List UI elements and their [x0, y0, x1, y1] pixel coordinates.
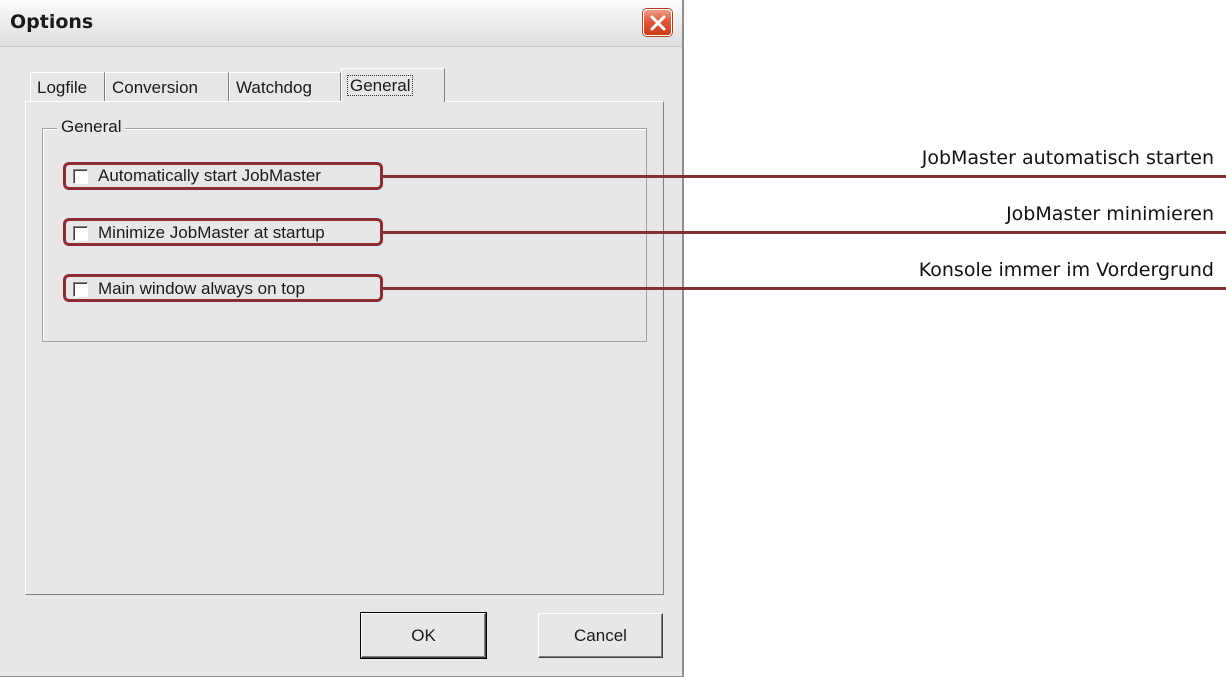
callout-highlight	[63, 218, 383, 246]
title-bar[interactable]: Options	[0, 0, 682, 47]
annotation-always-on-top: Konsole immer im Vordergrund	[918, 259, 1214, 281]
tab-label: Conversion	[112, 78, 198, 97]
tab-label: Logfile	[37, 78, 88, 97]
annotation-minimize: JobMaster minimieren	[1006, 203, 1214, 225]
annotation-auto-start: JobMaster automatisch starten	[921, 147, 1214, 169]
tab-label: General	[346, 75, 414, 96]
tab-general[interactable]: General	[341, 68, 445, 102]
groupbox-legend: General	[57, 117, 126, 137]
cancel-button[interactable]: Cancel	[538, 613, 663, 658]
callout-highlight	[63, 274, 383, 302]
callout-line	[383, 287, 1226, 290]
tab-logfile[interactable]: Logfile	[30, 72, 105, 102]
callout-line	[383, 231, 1226, 234]
window-title: Options	[10, 11, 94, 33]
tab-label: Watchdog	[236, 78, 312, 97]
options-dialog: Options Logfile Conversion Watchdog Gene…	[0, 0, 684, 677]
callout-highlight	[63, 162, 383, 190]
close-icon	[650, 15, 666, 31]
close-button[interactable]	[643, 9, 672, 36]
ok-button[interactable]: OK	[360, 612, 487, 659]
tab-conversion[interactable]: Conversion	[105, 72, 229, 102]
tab-watchdog[interactable]: Watchdog	[229, 72, 341, 102]
callout-line	[383, 175, 1226, 178]
